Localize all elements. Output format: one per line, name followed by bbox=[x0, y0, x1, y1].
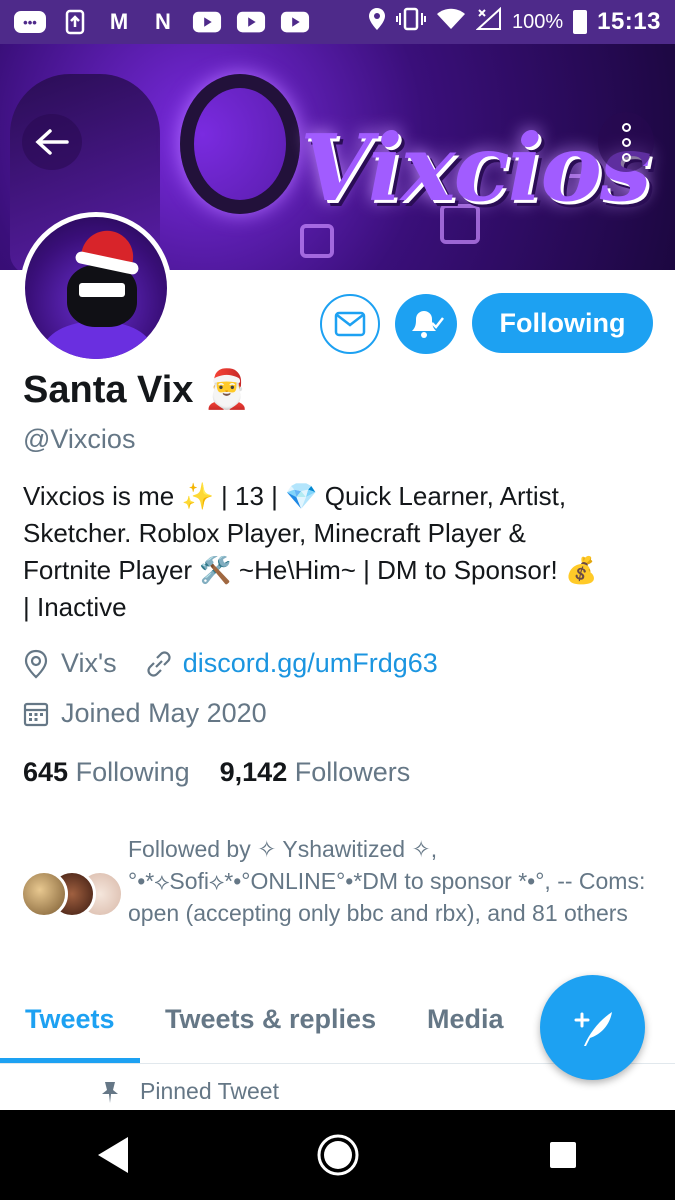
youtube-icon bbox=[192, 9, 222, 35]
following-count-link[interactable]: 645 Following bbox=[23, 757, 190, 788]
nav-recents-button[interactable] bbox=[528, 1120, 598, 1190]
dot bbox=[621, 137, 631, 147]
upload-icon bbox=[60, 9, 90, 35]
square-recents-icon bbox=[549, 1142, 576, 1168]
link-icon bbox=[147, 650, 171, 677]
back-button[interactable] bbox=[22, 114, 82, 170]
envelope-icon bbox=[334, 311, 366, 337]
profile-name: Santa Vix 🎅 bbox=[23, 368, 251, 412]
tab-tweets[interactable]: Tweets bbox=[25, 1004, 115, 1035]
bio-line: Fortnite Player 🛠️ ~He\Him~ | DM to Spon… bbox=[23, 555, 598, 585]
profile-avatar[interactable] bbox=[20, 212, 172, 364]
banner-glyph bbox=[300, 224, 334, 258]
profile-meta-joined: Joined May 2020 bbox=[23, 698, 267, 729]
follower-avatar bbox=[20, 870, 68, 918]
follow-counts: 645 Following 9,142 Followers bbox=[23, 757, 410, 788]
more-options-button[interactable] bbox=[598, 112, 654, 172]
profile-meta-location: Vix's discord.gg/umFrdg63 bbox=[23, 648, 438, 679]
battery-percent: 100% bbox=[511, 10, 564, 33]
profile-handle: @Vixcios bbox=[23, 424, 136, 454]
compose-tweet-button[interactable] bbox=[540, 975, 645, 1080]
avatar-body bbox=[43, 321, 153, 359]
tab-media[interactable]: Media bbox=[427, 1004, 504, 1035]
home-circle-icon bbox=[317, 1134, 358, 1176]
messages-icon: ••• bbox=[14, 11, 46, 33]
status-bar-notifications: ••• M N bbox=[14, 9, 310, 35]
location-pin-icon bbox=[24, 649, 48, 678]
nav-home-button[interactable] bbox=[303, 1120, 373, 1190]
followers-label: Followers bbox=[294, 757, 411, 787]
following-button[interactable]: Following bbox=[472, 293, 653, 353]
followed-by-avatars[interactable] bbox=[20, 870, 124, 920]
website-link[interactable]: discord.gg/umFrdg63 bbox=[183, 648, 438, 679]
nav-back-button[interactable] bbox=[78, 1120, 148, 1190]
location-text: Vix's bbox=[61, 648, 117, 678]
santa-emoji: 🎅 bbox=[203, 369, 251, 411]
bell-check-icon bbox=[412, 311, 444, 338]
status-bar-system: 100% 15:13 bbox=[368, 6, 661, 37]
triangle-back-icon bbox=[97, 1137, 128, 1173]
gmail-icon: M bbox=[109, 9, 129, 34]
joined-date: Joined May 2020 bbox=[61, 698, 267, 728]
clock: 15:13 bbox=[597, 8, 661, 35]
profile-bio: Vixcios is me ✨ | 13 | 💎 Quick Learner, … bbox=[23, 478, 653, 626]
system-nav-bar bbox=[0, 1110, 675, 1200]
followers-count: 9,142 bbox=[219, 757, 288, 787]
youtube-icon bbox=[236, 9, 266, 35]
avatar-sunglasses bbox=[79, 283, 125, 297]
status-bar: ••• M N 100% 15:13 bbox=[0, 0, 675, 44]
location-icon bbox=[368, 7, 386, 37]
banner-logo: Vixcios bbox=[300, 114, 652, 222]
tab-tweets-replies[interactable]: Tweets & replies bbox=[165, 1004, 376, 1035]
calendar-icon bbox=[23, 702, 49, 726]
display-name: Santa Vix bbox=[23, 368, 194, 411]
bio-line: Sketcher. Roblox Player, Minecraft Playe… bbox=[23, 518, 526, 548]
arrow-left-icon bbox=[35, 129, 69, 155]
netflix-icon: N bbox=[155, 9, 171, 34]
notifications-button[interactable] bbox=[395, 294, 457, 354]
pinned-label: Pinned Tweet bbox=[140, 1078, 279, 1104]
youtube-icon bbox=[280, 9, 310, 35]
vibrate-icon bbox=[395, 7, 426, 37]
wifi-icon bbox=[436, 7, 466, 37]
message-button[interactable] bbox=[320, 294, 380, 354]
bio-line: | Inactive bbox=[23, 592, 127, 622]
bio-line: Vixcios is me ✨ | 13 | 💎 Quick Learner, … bbox=[23, 481, 567, 511]
pinned-tweet-header: Pinned Tweet bbox=[100, 1078, 279, 1105]
active-tab-indicator bbox=[0, 1058, 140, 1063]
compose-feather-icon bbox=[574, 1011, 612, 1046]
dot bbox=[621, 152, 631, 162]
banner-ring bbox=[180, 74, 300, 214]
followed-by-text[interactable]: Followed by ✧ Yshawitized ✧, °•*⟡Sofi⟡*•… bbox=[128, 833, 648, 929]
following-count: 645 bbox=[23, 757, 69, 787]
dot bbox=[621, 122, 631, 132]
signal-icon bbox=[475, 6, 502, 37]
followers-count-link[interactable]: 9,142 Followers bbox=[220, 757, 411, 788]
pin-icon bbox=[102, 1081, 118, 1103]
battery-icon bbox=[573, 10, 588, 34]
following-label: Following bbox=[75, 757, 190, 787]
